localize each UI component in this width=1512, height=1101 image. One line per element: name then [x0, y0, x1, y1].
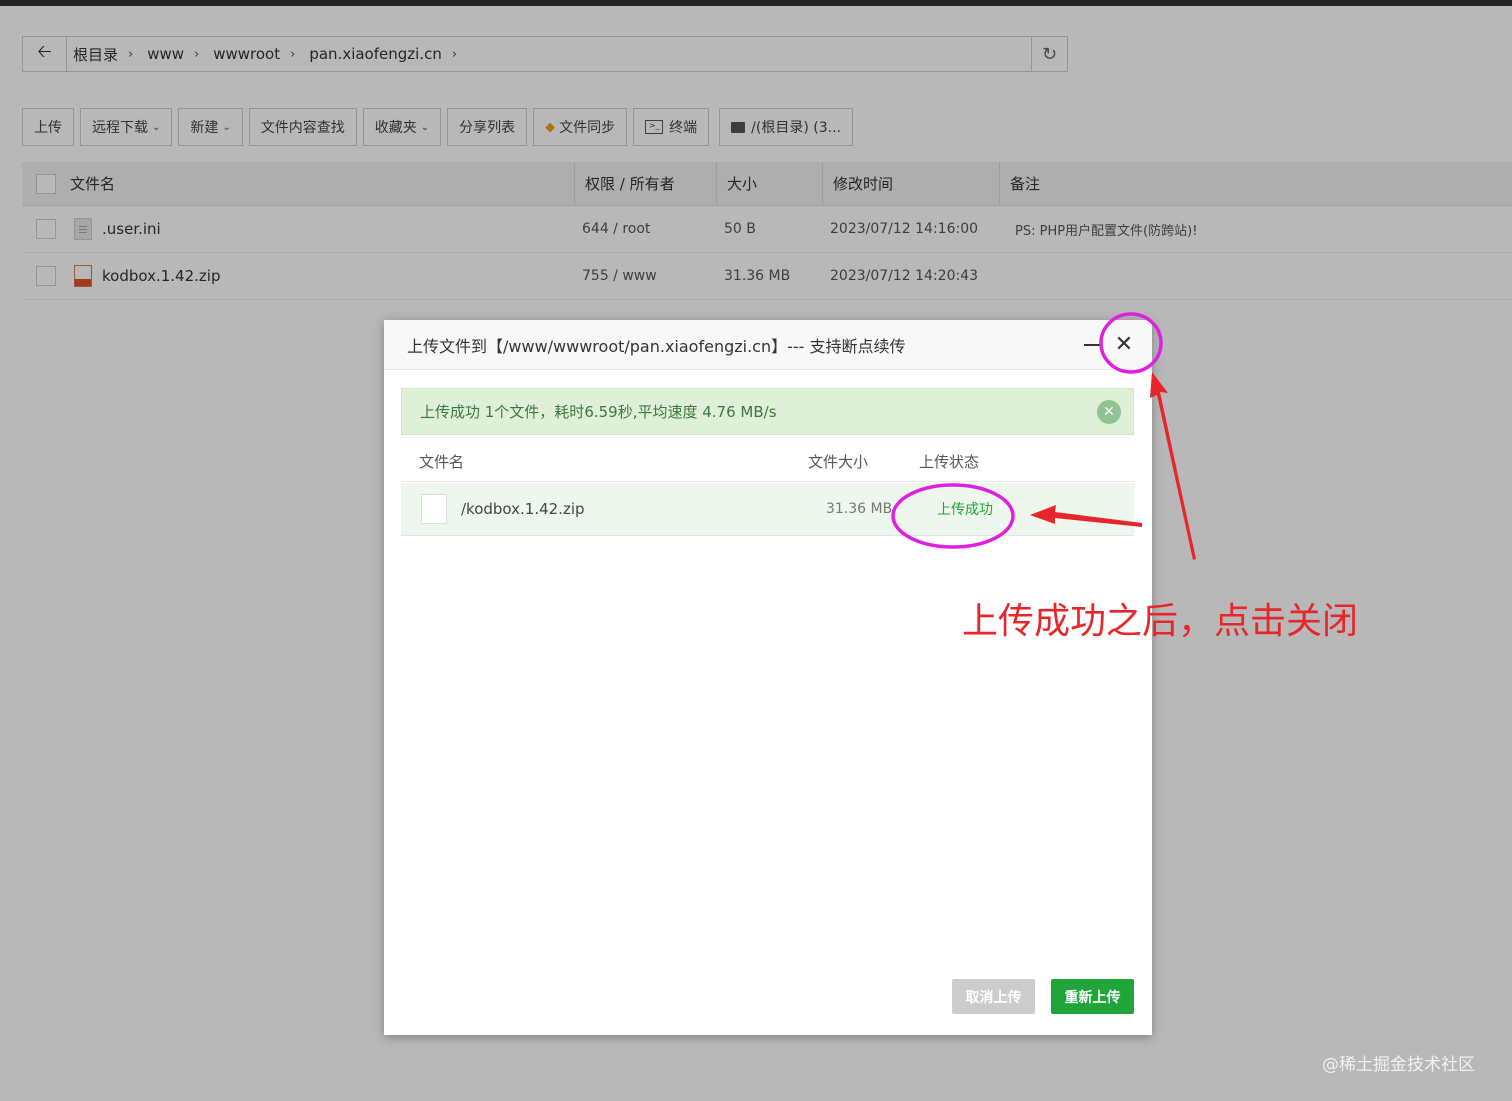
- watermark: @稀土掘金技术社区: [1322, 1055, 1475, 1075]
- annotation-circle-status: [891, 483, 1015, 549]
- annotation-circle-close: [1099, 312, 1163, 374]
- annotation-text: 上传成功之后，点击关闭: [962, 601, 1359, 642]
- annotation-arrow-left: [1030, 505, 1142, 527]
- annotation-arrow-up: [1150, 372, 1196, 560]
- annotation-layer: [891, 312, 1196, 560]
